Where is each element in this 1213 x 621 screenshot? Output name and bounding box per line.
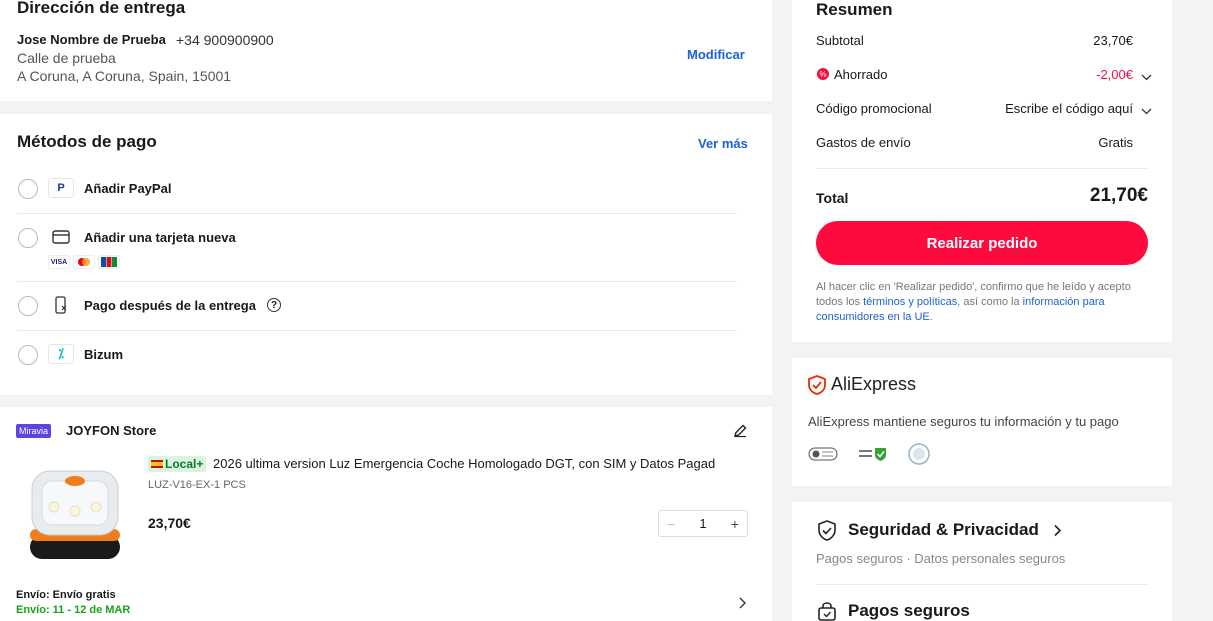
- pay-on-delivery-icon: [48, 295, 74, 315]
- shield-check-icon: [818, 520, 836, 546]
- mastercard-icon: [73, 255, 95, 269]
- shipping-cost-label: Gastos de envío: [816, 135, 911, 150]
- quantity-value[interactable]: 1: [699, 516, 706, 531]
- address-city: A Coruna, A Coruna, Spain, 15001: [17, 68, 232, 84]
- product-price: 23,70€: [148, 515, 191, 531]
- promo-code-input[interactable]: Escribe el código aquí: [1005, 101, 1133, 116]
- delivery-date: Envío: 11 - 12 de MAR: [16, 604, 131, 616]
- modify-address-link[interactable]: Modificar: [687, 47, 745, 62]
- recipient-name: Jose Nombre de Prueba: [17, 32, 166, 47]
- aliexpress-brand: AliExpress: [831, 374, 917, 394]
- bizum-radio[interactable]: [18, 345, 38, 365]
- credit-card-icon: [48, 227, 74, 247]
- trust-text: AliExpress mantiene seguros tu informaci…: [808, 414, 1119, 429]
- chevron-down-icon[interactable]: [1141, 102, 1152, 120]
- edit-icon[interactable]: [733, 423, 748, 443]
- card-radio[interactable]: [18, 228, 38, 248]
- terms-link[interactable]: términos y políticas: [863, 296, 957, 308]
- product-image[interactable]: [20, 459, 130, 569]
- certification-seal-icon: [908, 443, 930, 470]
- help-icon[interactable]: ?: [267, 298, 281, 312]
- verified-badge-icon: [858, 446, 888, 467]
- card-label[interactable]: Añadir una tarjeta nueva: [84, 230, 236, 245]
- decrease-quantity-button[interactable]: −: [667, 516, 675, 532]
- trust-card: AliExpress AliExpress mantiene seguros t…: [792, 358, 1172, 486]
- divider: [17, 281, 737, 282]
- secure-payments-title: Pagos seguros: [848, 601, 970, 620]
- paypal-icon: P: [48, 178, 74, 198]
- total-label: Total: [816, 190, 849, 206]
- divider: [17, 330, 737, 331]
- product-title[interactable]: 2026 ultima version Luz Emergencia Coche…: [213, 456, 748, 471]
- jcb-icon: [98, 255, 120, 269]
- pay-on-delivery-label[interactable]: Pago después de la entrega: [84, 298, 256, 313]
- see-more-link[interactable]: Ver más: [698, 136, 748, 151]
- total-value: 21,70€: [1089, 185, 1148, 206]
- spain-flag-icon: [151, 460, 163, 468]
- chevron-down-icon[interactable]: [1141, 68, 1152, 86]
- security-title[interactable]: Seguridad & Privacidad: [848, 520, 1039, 540]
- shipping-cost-value: Gratis: [1098, 135, 1133, 150]
- summary-title: Resumen: [816, 0, 893, 19]
- payment-title: Métodos de pago: [17, 132, 157, 151]
- security-subtitle: Pagos seguros · Datos personales seguros: [816, 551, 1066, 566]
- local-plus-badge: Local+: [148, 456, 207, 472]
- store-card: Miravia JOYFON Store Local+ 2026 ultima …: [0, 407, 772, 621]
- shipping-info: Envío: Envío gratis: [16, 589, 116, 601]
- security-card: Seguridad & Privacidad Pagos seguros · D…: [792, 502, 1172, 621]
- legal-middle: , así como la: [957, 296, 1023, 308]
- subtotal-value: 23,70€: [1093, 33, 1133, 48]
- security-badge-icon: [808, 447, 838, 466]
- place-order-button[interactable]: Realizar pedido: [816, 221, 1148, 265]
- saved-label: Ahorrado: [834, 67, 888, 82]
- miravia-badge: Miravia: [16, 424, 52, 438]
- chevron-right-icon[interactable]: [1052, 524, 1062, 542]
- paypal-radio[interactable]: [18, 179, 38, 199]
- legal-suffix: .: [929, 311, 933, 323]
- promo-label: Código promocional: [816, 101, 932, 116]
- discount-icon: %: [817, 68, 829, 80]
- quantity-stepper: − 1 +: [658, 510, 748, 537]
- local-plus-label: Local+: [165, 457, 204, 471]
- increase-quantity-button[interactable]: +: [731, 516, 739, 532]
- divider: [816, 168, 1148, 169]
- address-card: Dirección de entrega Jose Nombre de Prue…: [0, 0, 772, 101]
- aliexpress-shield-icon: [808, 375, 826, 400]
- product-variant: LUZ-V16-EX-1 PCS: [148, 479, 246, 491]
- address-title: Dirección de entrega: [17, 0, 186, 17]
- visa-icon: VISA: [48, 255, 70, 269]
- store-name[interactable]: JOYFON Store: [66, 423, 156, 438]
- divider: [17, 213, 737, 214]
- bizum-label[interactable]: Bizum: [84, 347, 123, 362]
- divider: [816, 584, 1148, 585]
- summary-card: Resumen Subtotal 23,70€ % Ahorrado -2,00…: [792, 0, 1172, 342]
- bizum-icon: ⁒: [48, 344, 74, 364]
- chevron-right-icon[interactable]: [737, 596, 747, 614]
- saved-value[interactable]: -2,00€: [1096, 67, 1133, 82]
- payment-methods-card: Métodos de pago Ver más P Añadir PayPal …: [0, 114, 772, 395]
- legal-text: Al hacer clic en 'Realizar pedido', conf…: [816, 280, 1150, 325]
- address-street: Calle de prueba: [17, 50, 116, 66]
- recipient-phone: +34 900900900: [176, 32, 274, 48]
- pay-on-delivery-radio[interactable]: [18, 296, 38, 316]
- lock-bag-icon: [818, 602, 836, 621]
- subtotal-label: Subtotal: [816, 33, 864, 48]
- paypal-label[interactable]: Añadir PayPal: [84, 181, 171, 196]
